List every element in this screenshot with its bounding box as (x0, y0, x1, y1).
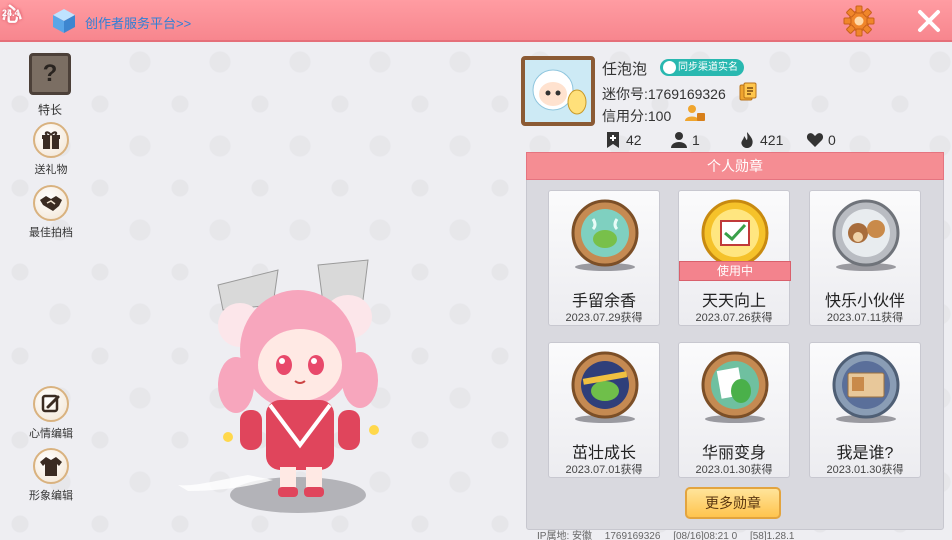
badge-date: 2023.07.29获得 (565, 312, 643, 324)
stat-popularity-value: 421 (760, 132, 784, 148)
stat-creations-value: 42 (626, 132, 642, 148)
ip-location: IP属地: 安徽 (537, 531, 593, 540)
badge-date: 2023.07.01获得 (565, 464, 643, 476)
badge-name: 快乐小伙伴 (824, 293, 905, 310)
realname-badge-text: 同步渠道实名 (678, 62, 738, 73)
gift-icon (42, 131, 60, 149)
badge-name: 我是谁? (836, 445, 894, 462)
stat-popularity: 421 (738, 131, 783, 149)
badge-date: 2023.07.11获得 (826, 312, 904, 324)
user-icon (663, 61, 676, 74)
badge-card[interactable]: 使用中 天天向上 2023.07.26获得 (678, 190, 791, 326)
medal-companion-icon (832, 199, 900, 271)
mini-id: 迷你号:1769169326 (602, 86, 726, 102)
top-bar: 24.4 心 创作者服务平台>> (0, 0, 952, 42)
medal-transform-icon (701, 351, 769, 423)
badge-date: 2023.01.30获得 (695, 464, 773, 476)
badge-card[interactable]: 茁壮成长 2023.07.01获得 (548, 342, 660, 478)
creator-platform-link[interactable]: 创作者服务平台>> (85, 13, 191, 32)
heart-icon (806, 133, 824, 147)
badge-card[interactable]: 快乐小伙伴 2023.07.11获得 (809, 190, 921, 326)
badge-panel-title: 个人勋章 (526, 152, 944, 180)
mood-edit-button[interactable]: 心情编辑 (21, 386, 81, 441)
version-label: 24.4 (2, 8, 20, 18)
footer-info: IP属地: 安徽 1769169326 [08/16]08:21 0 [58]1… (537, 527, 804, 540)
badge-name: 天天向上 (701, 293, 766, 310)
specialty-label: 特长 (37, 103, 62, 117)
badge-name: 手留余香 (571, 293, 636, 310)
credit-score: 信用分:100 (602, 108, 672, 124)
stat-fans-value: 1 (692, 132, 700, 148)
stat-likes-value: 0 (828, 132, 836, 148)
flame-icon (741, 132, 753, 148)
player-character[interactable] (178, 255, 398, 520)
credit-person-icon[interactable] (684, 103, 706, 123)
footer-build: [58]1.28.1 (749, 531, 795, 540)
realname-badge: 同步渠道实名 (660, 59, 744, 76)
badge-date: 2023.01.30获得 (826, 464, 904, 476)
appearance-edit-label: 形象编辑 (29, 490, 73, 502)
medal-fragrance-icon (571, 199, 639, 271)
plus-bookmark-icon (607, 132, 619, 148)
close-icon[interactable] (916, 8, 942, 34)
avatar-image (525, 60, 591, 122)
more-badges-button[interactable]: 更多勋章 (685, 487, 781, 519)
handshake-icon (40, 196, 62, 211)
appearance-edit-button[interactable]: 形象编辑 (21, 448, 81, 503)
best-partner-button[interactable]: 最佳拍档 (21, 185, 81, 240)
badge-date: 2023.07.26获得 (695, 312, 773, 324)
medal-growth-icon (571, 351, 639, 423)
stat-creations: 42 (604, 131, 642, 149)
footer-uid: 1769169326 (604, 531, 661, 540)
badge-card[interactable]: 手留余香 2023.07.29获得 (548, 190, 660, 326)
profile-avatar[interactable] (521, 56, 595, 126)
app-logo: 24.4 心 (0, 0, 30, 30)
fans-icon (671, 132, 687, 148)
outfit-icon (40, 457, 62, 476)
specialty-slot[interactable]: ? (29, 53, 71, 95)
edit-icon (41, 394, 60, 413)
medal-identity-icon (832, 351, 900, 423)
mood-edit-label: 心情编辑 (29, 428, 73, 440)
stat-likes: 0 (806, 131, 836, 149)
badge-name: 茁壮成长 (571, 445, 636, 462)
nickname: 任泡泡 (602, 61, 648, 78)
badge-name: 华丽变身 (701, 445, 766, 462)
gear-icon[interactable] (843, 5, 875, 37)
stat-fans: 1 (670, 131, 700, 149)
send-gift-label: 送礼物 (34, 164, 68, 176)
cube-icon[interactable] (52, 8, 76, 34)
badge-card[interactable]: 华丽变身 2023.01.30获得 (678, 342, 790, 478)
in-use-label: 使用中 (679, 261, 791, 281)
badge-card[interactable]: 我是谁? 2023.01.30获得 (809, 342, 921, 478)
copy-icon[interactable] (738, 82, 758, 102)
footer-timestamp: [08/16]08:21 0 (673, 531, 738, 540)
send-gift-button[interactable]: 送礼物 (21, 122, 81, 177)
best-partner-label: 最佳拍档 (29, 227, 73, 239)
